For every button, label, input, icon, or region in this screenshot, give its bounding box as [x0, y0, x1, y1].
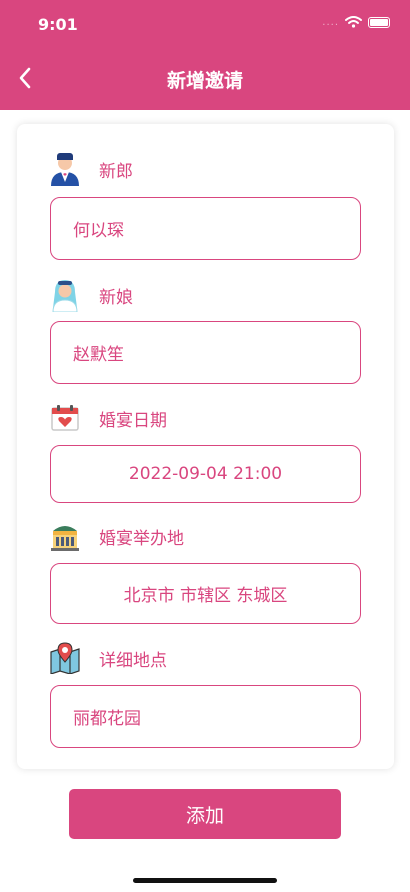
groom-label-row: 新郎	[49, 152, 133, 186]
invite-form-card: 新郎 何以琛 新娘 赵默笙 婚宴日期 2022-09-04 21:00 婚宴举办…	[17, 124, 394, 769]
bride-label: 新娘	[99, 287, 133, 308]
address-field[interactable]: 丽都花园	[50, 685, 361, 748]
venue-label: 婚宴举办地	[99, 528, 184, 549]
venue-region-field[interactable]: 北京市 市辖区 东城区	[50, 563, 361, 624]
venue-label-row: 婚宴举办地	[49, 519, 184, 553]
page-title: 新增邀请	[166, 70, 243, 92]
home-indicator	[133, 878, 277, 883]
address-label-row: 详细地点	[49, 641, 167, 675]
address-label: 详细地点	[99, 650, 167, 671]
date-label-row: 婚宴日期	[49, 401, 167, 435]
bride-label-row: 新娘	[49, 278, 133, 312]
date-label: 婚宴日期	[99, 410, 167, 431]
groom-name-field[interactable]: 何以琛	[50, 197, 361, 260]
signal-icon: ....	[322, 16, 339, 28]
add-button[interactable]: 添加	[69, 789, 341, 839]
groom-label: 新郎	[99, 161, 133, 182]
calendar-icon	[49, 402, 81, 434]
groom-icon	[49, 153, 81, 186]
status-time: 9:01	[38, 15, 78, 34]
wifi-icon	[345, 16, 362, 28]
bride-icon	[49, 279, 81, 312]
app-header: 9:01 .... 新增邀请	[0, 0, 410, 110]
map-pin-icon	[49, 642, 81, 674]
battery-icon	[368, 16, 390, 28]
bride-name-field[interactable]: 赵默笙	[50, 321, 361, 384]
wedding-date-field[interactable]: 2022-09-04 21:00	[50, 445, 361, 503]
status-icons: ....	[322, 16, 390, 28]
building-icon	[49, 520, 81, 552]
